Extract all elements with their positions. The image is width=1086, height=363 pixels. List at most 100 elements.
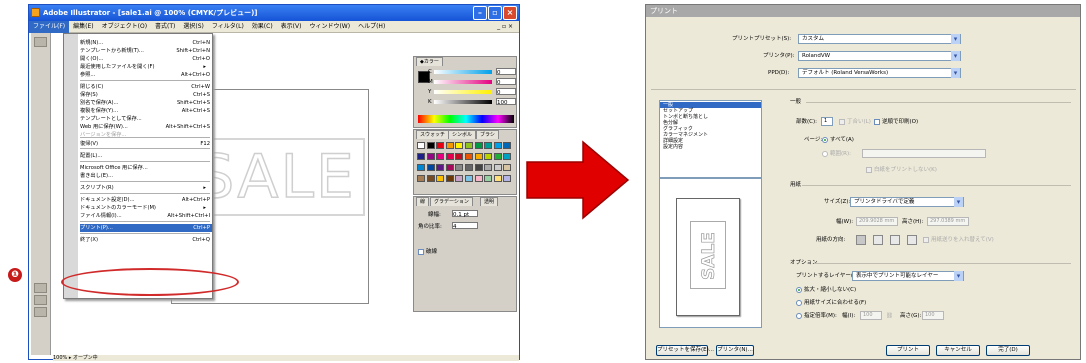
file-menu-item[interactable]: 終了(X) Ctrl+Q [80,236,212,244]
color-spectrum-bar[interactable] [418,115,514,123]
constrain-proportions-icon[interactable]: ⛓ [886,312,893,320]
color-swatch[interactable] [445,153,454,160]
file-menu-item[interactable]: 配置(L)... [80,152,212,160]
menu-window[interactable]: ウィンドウ(W) [305,21,354,33]
file-menu-item[interactable]: 閉じる(C) Ctrl+W [80,83,212,91]
color-panel-tab[interactable]: ◆カラー [416,57,443,66]
color-swatch[interactable] [455,175,464,182]
scale-width-field[interactable]: 100 [860,311,882,320]
skip-blank-checkbox[interactable] [866,167,872,173]
menu-select[interactable]: 選択(S) [179,21,208,33]
color-swatch[interactable] [474,175,483,182]
magenta-slider[interactable] [434,80,492,84]
printer-button[interactable]: プリンタ(N)... [716,345,754,356]
file-menu-item[interactable]: テンプレートとして保存... [80,115,212,123]
color-swatch[interactable] [493,153,502,160]
color-swatch[interactable] [474,153,483,160]
height-field[interactable]: 297.0389 mm [927,217,969,226]
color-swatch[interactable] [417,175,425,182]
stroke-tab[interactable]: 線 [416,197,430,206]
pages-range-radio[interactable] [822,151,828,157]
color-swatch[interactable] [465,175,473,182]
color-swatch[interactable] [417,153,425,160]
category-summary[interactable]: 設定内容 [663,144,683,150]
color-swatch[interactable] [426,175,435,182]
document-window-controls[interactable]: _ ▫ × [493,22,517,32]
gradient-tab[interactable]: グラデーション [430,197,473,206]
menu-object[interactable]: オブジェクト(O) [98,21,151,33]
color-swatch[interactable] [474,164,483,171]
file-menu-item[interactable]: Microsoft Office 用に保存... [80,164,212,172]
cyan-slider[interactable] [434,70,492,74]
print-button[interactable]: プリント [886,345,930,356]
swatch-grid[interactable] [417,142,515,192]
file-menu-item[interactable]: スクリプト(R) ▸ [80,184,212,192]
file-menu-item[interactable]: 新規(N)... Ctrl+N [80,39,212,47]
magenta-value[interactable]: 0 [496,78,516,86]
color-swatch[interactable] [484,153,493,160]
menu-view[interactable]: 表示(V) [277,21,306,33]
menu-edit[interactable]: 編集(E) [69,21,97,33]
scale-custom-radio[interactable] [796,313,802,319]
file-menu-item[interactable]: ドキュメント設定(D)... Alt+Ctrl+P [80,196,212,204]
color-swatch[interactable] [465,142,473,149]
scale-fit-radio[interactable] [796,300,802,306]
black-value[interactable]: 100 [496,98,516,106]
screen-mode-icon[interactable] [34,307,47,317]
transparency-tab[interactable]: 透明 [480,197,499,206]
color-swatch[interactable] [445,175,454,182]
orientation-landscape-icon[interactable] [873,235,883,245]
selection-tool-icon[interactable] [34,37,47,47]
file-menu-item[interactable]: 書き出し(E)... [80,172,212,180]
preset-dropdown[interactable]: カスタム [798,34,961,44]
print-layers-dropdown[interactable]: 表示中でプリント可能なレイヤー [852,271,964,281]
size-dropdown[interactable]: プリンタドライバで定義 [850,197,964,207]
menu-file[interactable]: ファイル(F) [29,21,70,33]
color-swatch[interactable] [455,164,464,171]
minimize-icon[interactable]: – [473,6,487,20]
file-menu-item[interactable]: ファイル情報(I)... Alt+Shift+Ctrl+I [80,212,212,220]
color-swatch[interactable] [493,175,502,182]
file-menu-item[interactable]: 復帰(V) F12 [80,140,212,148]
sale-artwork[interactable]: SALE [187,138,365,216]
file-menu-item[interactable]: 最近使用したファイルを開く(F) ▸ [80,63,212,71]
color-swatch[interactable] [455,142,464,149]
color-swatch[interactable] [484,164,493,171]
miter-limit-field[interactable]: 4 [452,222,478,230]
cancel-button[interactable]: キャンセル [936,345,980,356]
illustrator-title-bar[interactable]: Adobe Illustrator - [sale1.ai @ 100% (CM… [29,5,519,21]
orientation-landscape-flipped-icon[interactable] [907,235,917,245]
color-swatch[interactable] [484,142,493,149]
black-slider[interactable] [434,100,492,104]
save-preset-button[interactable]: プリセットを保存(E)... [656,345,714,356]
ppd-dropdown[interactable]: デフォルト (Roland VersaWorks) [798,68,961,78]
color-swatch[interactable] [445,142,454,149]
done-button[interactable]: 完了(D) [986,345,1030,356]
color-swatch[interactable] [484,175,493,182]
menu-type[interactable]: 書式(T) [151,21,179,33]
width-field[interactable]: 209.9028 mm [856,217,898,226]
color-swatch[interactable] [493,164,502,171]
color-swatch[interactable] [503,175,512,182]
maximize-icon[interactable]: ▫ [488,6,502,20]
yellow-value[interactable]: 0 [496,88,516,96]
color-swatch[interactable] [465,164,473,171]
dashed-line-checkbox[interactable] [418,249,424,255]
color-swatch[interactable] [436,164,445,171]
color-swatch[interactable] [426,164,435,171]
range-field[interactable] [862,149,986,158]
menu-item-print[interactable]: プリント(P)... Ctrl+P [80,224,212,232]
stroke-weight-field[interactable]: 0.1 pt [452,210,478,218]
menu-effect[interactable]: 効果(C) [248,21,277,33]
color-swatch[interactable] [474,142,483,149]
fill-stroke-icon[interactable] [34,283,47,293]
color-swatch[interactable] [417,164,425,171]
symbols-tab[interactable]: シンボル [448,130,477,139]
file-menu-item[interactable]: テンプレートから新規(T)... Shift+Ctrl+N [80,47,212,55]
color-swatch[interactable] [417,142,425,149]
file-menu-item[interactable]: Web 用に保存(W)... Alt+Shift+Ctrl+S [80,123,212,131]
color-swatch[interactable] [426,142,435,149]
file-menu-item[interactable]: 別名で保存(A)... Shift+Ctrl+S [80,99,212,107]
color-swatch[interactable] [493,142,502,149]
color-swatch[interactable] [503,164,512,171]
